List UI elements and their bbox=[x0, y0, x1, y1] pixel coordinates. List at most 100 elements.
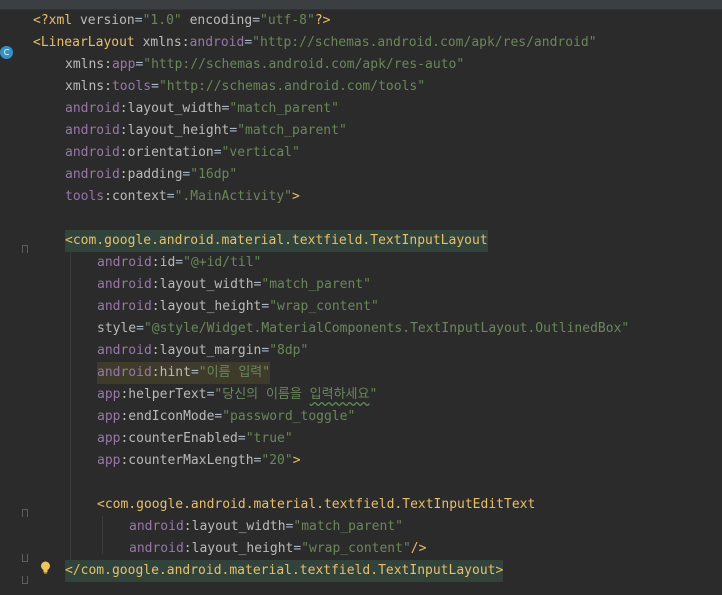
code-token: version bbox=[79, 13, 135, 28]
code-token: :counterEnabled bbox=[120, 431, 238, 446]
code-token: "이름 입력" bbox=[198, 365, 271, 380]
code-token: = bbox=[166, 189, 175, 204]
code-token: android bbox=[65, 145, 120, 160]
code-line[interactable]: app:endIconMode="password_toggle" bbox=[0, 406, 722, 428]
code-line[interactable]: android:layout_height="wrap_content"/> bbox=[0, 538, 722, 560]
code-token: <com.google.android.material.textfield.T… bbox=[97, 497, 536, 512]
code-token: android bbox=[97, 365, 152, 380]
code-token: = bbox=[134, 13, 143, 28]
code-token: android bbox=[189, 35, 245, 50]
code-token: xmlns: bbox=[65, 79, 112, 94]
code-line[interactable]: xmlns:app="http://schemas.android.com/ap… bbox=[0, 54, 722, 76]
code-line[interactable]: android:id="@+id/til" bbox=[0, 252, 722, 274]
code-token: xmlns: bbox=[142, 35, 190, 50]
code-line-text: android:padding="16dp" bbox=[65, 164, 237, 186]
code-line[interactable]: app:counterMaxLength="20"> bbox=[0, 450, 722, 472]
code-line[interactable]: android:layout_width="match_parent" bbox=[0, 274, 722, 296]
code-token: "http://schemas.android.com/apk/res/andr… bbox=[252, 35, 597, 50]
code-line[interactable]: android:padding="16dp" bbox=[0, 164, 722, 186]
code-line[interactable] bbox=[0, 208, 722, 230]
code-line[interactable]: android:layout_margin="8dp" bbox=[0, 340, 722, 362]
code-token: :layout_height bbox=[119, 123, 230, 138]
code-line-text: app:counterMaxLength="20"> bbox=[97, 450, 301, 472]
code-token: = bbox=[213, 145, 222, 160]
code-line[interactable]: android:layout_height="wrap_content" bbox=[0, 296, 722, 318]
code-token: "match_parent" bbox=[229, 101, 339, 116]
code-token: ".MainActivity" bbox=[174, 189, 292, 204]
code-line-text: </com.google.android.material.textfield.… bbox=[65, 560, 504, 582]
code-token: "20" bbox=[261, 453, 293, 468]
code-token: :layout_height bbox=[183, 541, 294, 556]
code-line-text: <com.google.android.material.textfield.T… bbox=[97, 494, 535, 516]
code-line[interactable]: <LinearLayout xmlns:android="http://sche… bbox=[0, 32, 722, 54]
code-token: :padding bbox=[119, 167, 183, 182]
code-line-text: android:orientation="vertical" bbox=[65, 142, 300, 164]
code-line[interactable]: app:counterEnabled="true" bbox=[0, 428, 722, 450]
code-token: 입력하세요 bbox=[309, 387, 370, 402]
code-token: :hint bbox=[151, 365, 191, 380]
code-line[interactable]: app:helperText="당신의 이름을 입력하세요" bbox=[0, 384, 722, 406]
code-line[interactable] bbox=[0, 472, 722, 494]
code-line-text: android:layout_height="match_parent" bbox=[65, 120, 347, 142]
code-token: :layout_height bbox=[151, 299, 262, 314]
code-token: <com.google.android.material.textfield.T… bbox=[65, 233, 488, 248]
code-token: :counterMaxLength bbox=[120, 453, 254, 468]
code-line[interactable]: <com.google.android.material.textfield.T… bbox=[0, 230, 722, 252]
code-line-text: <LinearLayout xmlns:android="http://sche… bbox=[33, 32, 597, 54]
code-line[interactable]: <?xml version="1.0" encoding="utf-8"?> bbox=[0, 10, 722, 32]
code-line-text: xmlns:tools="http://schemas.android.com/… bbox=[65, 76, 425, 98]
code-token: <LinearLayout bbox=[33, 35, 135, 50]
code-token: android bbox=[65, 167, 120, 182]
code-token: "http://schemas.android.com/tools" bbox=[158, 79, 426, 94]
code-token: android bbox=[65, 123, 120, 138]
code-token: xmlns: bbox=[65, 57, 112, 72]
code-token: = bbox=[190, 365, 199, 380]
code-line[interactable]: tools:context=".MainActivity"> bbox=[0, 186, 722, 208]
code-line[interactable]: style="@style/Widget.MaterialComponents.… bbox=[0, 318, 722, 340]
code-token: "password_toggle" bbox=[222, 409, 356, 424]
code-line[interactable]: <com.google.android.material.textfield.T… bbox=[0, 494, 722, 516]
code-token: = bbox=[237, 431, 246, 446]
code-token: = bbox=[136, 321, 144, 336]
code-token: :id bbox=[151, 255, 176, 270]
code-token: :layout_width bbox=[183, 519, 286, 534]
code-token: "vertical" bbox=[221, 145, 300, 160]
code-token: android bbox=[97, 277, 152, 292]
code-line[interactable]: android:layout_width="match_parent" bbox=[0, 98, 722, 120]
code-token: xml bbox=[48, 13, 73, 28]
code-line-text: app:helperText="당신의 이름을 입력하세요" bbox=[97, 384, 377, 406]
code-token: android bbox=[129, 541, 184, 556]
code-token: <? bbox=[33, 13, 49, 28]
code-token: "당신의 이름을 bbox=[214, 387, 310, 402]
code-line[interactable]: android:orientation="vertical" bbox=[0, 142, 722, 164]
code-line[interactable]: android:hint="이름 입력" bbox=[0, 362, 722, 384]
code-token: :orientation bbox=[119, 145, 214, 160]
code-line-text: android:id="@+id/til" bbox=[97, 252, 261, 274]
code-token: android bbox=[97, 343, 152, 358]
code-token: "16dp" bbox=[190, 167, 238, 182]
code-token: :endIconMode bbox=[120, 409, 215, 424]
code-line-text: <?xml version="1.0" encoding="utf-8"?> bbox=[33, 10, 330, 32]
code-editor[interactable]: C <?xml version="1.0" encoding="utf-8"?>… bbox=[0, 0, 722, 595]
editor-top-strip bbox=[0, 0, 722, 10]
code-line-text: android:layout_width="match_parent" bbox=[65, 98, 339, 120]
code-line-text: android:layout_height="wrap_content" bbox=[97, 296, 379, 318]
code-token: = bbox=[252, 13, 261, 28]
code-line-text: android:layout_height="wrap_content"/> bbox=[129, 538, 426, 560]
code-token: app bbox=[111, 57, 136, 72]
code-token: = bbox=[244, 35, 253, 50]
code-token: encoding bbox=[189, 13, 253, 28]
code-token: "utf-8" bbox=[260, 13, 315, 28]
code-line[interactable]: android:layout_width="match_parent" bbox=[0, 516, 722, 538]
code-token: > bbox=[292, 453, 301, 468]
code-token: app bbox=[97, 409, 121, 424]
code-line-text: android:layout_margin="8dp" bbox=[97, 340, 308, 362]
code-line-text: android:layout_width="match_parent" bbox=[97, 274, 371, 296]
lightbulb-icon[interactable] bbox=[40, 561, 51, 574]
code-line[interactable]: xmlns:tools="http://schemas.android.com/… bbox=[0, 76, 722, 98]
code-token: android bbox=[65, 101, 120, 116]
code-token: "wrap_content" bbox=[301, 541, 411, 556]
code-line[interactable]: </com.google.android.material.textfield.… bbox=[0, 560, 722, 582]
code-line[interactable]: android:layout_height="match_parent" bbox=[0, 120, 722, 142]
